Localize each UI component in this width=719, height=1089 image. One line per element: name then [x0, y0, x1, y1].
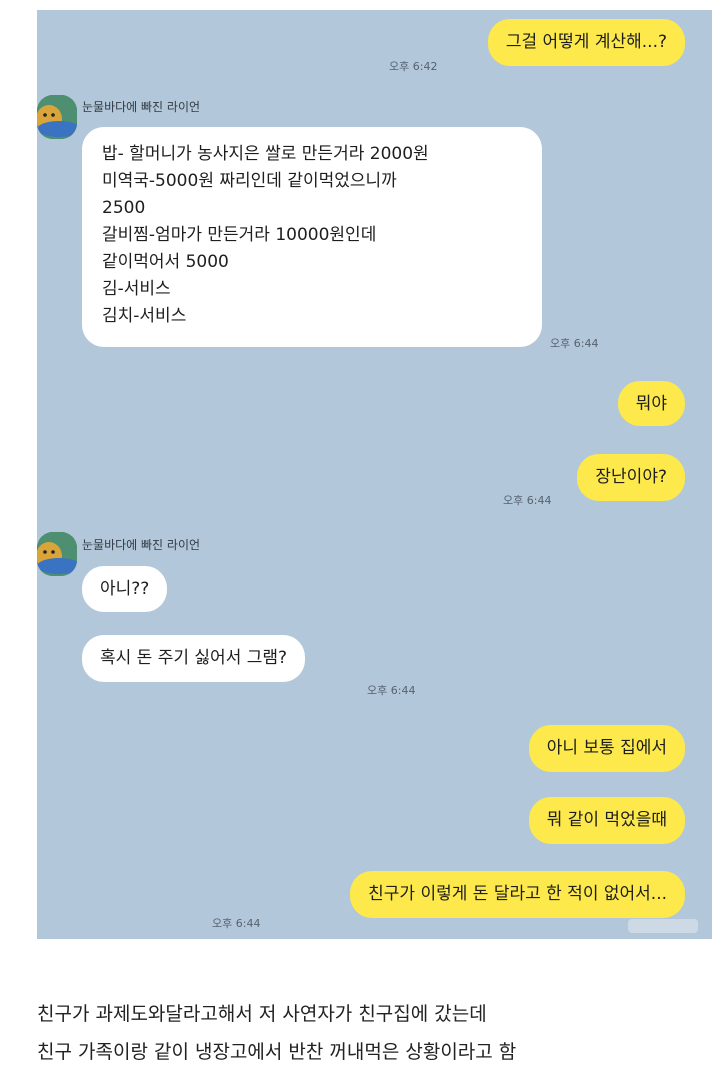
- caption-line: 친구가 과제도와달라고해서 저 사연자가 친구집에 갔는데: [37, 1003, 487, 1025]
- ryan-avatar-icon: [37, 95, 77, 139]
- message-time: 오후 6:44: [212, 917, 261, 930]
- my-message-bubble[interactable]: 친구가 이렇게 돈 달라고 한 적이 없어서...: [350, 871, 685, 918]
- input-area-edge: [628, 919, 698, 933]
- sender-avatar[interactable]: [37, 95, 77, 139]
- my-message-bubble[interactable]: 아니 보통 집에서: [528, 725, 685, 772]
- my-message-bubble[interactable]: 뭐 같이 먹었을때: [528, 797, 685, 844]
- message-time: 오후 6:44: [367, 684, 416, 697]
- sender-avatar[interactable]: [37, 532, 77, 576]
- sender-name: 눈물바다에 빠진 라이언: [82, 100, 201, 114]
- caption-line: 친구 가족이랑 같이 냉장고에서 반찬 꺼내먹은 상황이라고 함: [37, 1041, 517, 1063]
- message-time: 오후 6:42: [389, 60, 438, 73]
- my-message-bubble[interactable]: 뭐야: [617, 381, 685, 426]
- chat-window: 그걸 어떻게 계산해...? 오후 6:42 눈물바다에 빠진 라이언 밥- 할…: [37, 10, 712, 939]
- ryan-avatar-icon: [37, 532, 77, 576]
- their-message-bubble[interactable]: 아니??: [82, 566, 168, 612]
- caption: 친구가 과제도와달라고해서 저 사연자가 친구집에 갔는데 친구 가족이랑 같이…: [37, 995, 697, 1071]
- their-message-bubble[interactable]: 밥- 할머니가 농사지은 쌀로 만든거라 2000원 미역국-5000원 짜리인…: [82, 127, 542, 347]
- message-time: 오후 6:44: [550, 337, 599, 350]
- their-message-bubble[interactable]: 혹시 돈 주기 싫어서 그램?: [82, 635, 306, 682]
- my-message-bubble[interactable]: 장난이야?: [577, 454, 685, 501]
- sender-name: 눈물바다에 빠진 라이언: [82, 538, 201, 552]
- my-message-bubble[interactable]: 그걸 어떻게 계산해...?: [487, 19, 685, 66]
- message-time: 오후 6:44: [503, 494, 552, 507]
